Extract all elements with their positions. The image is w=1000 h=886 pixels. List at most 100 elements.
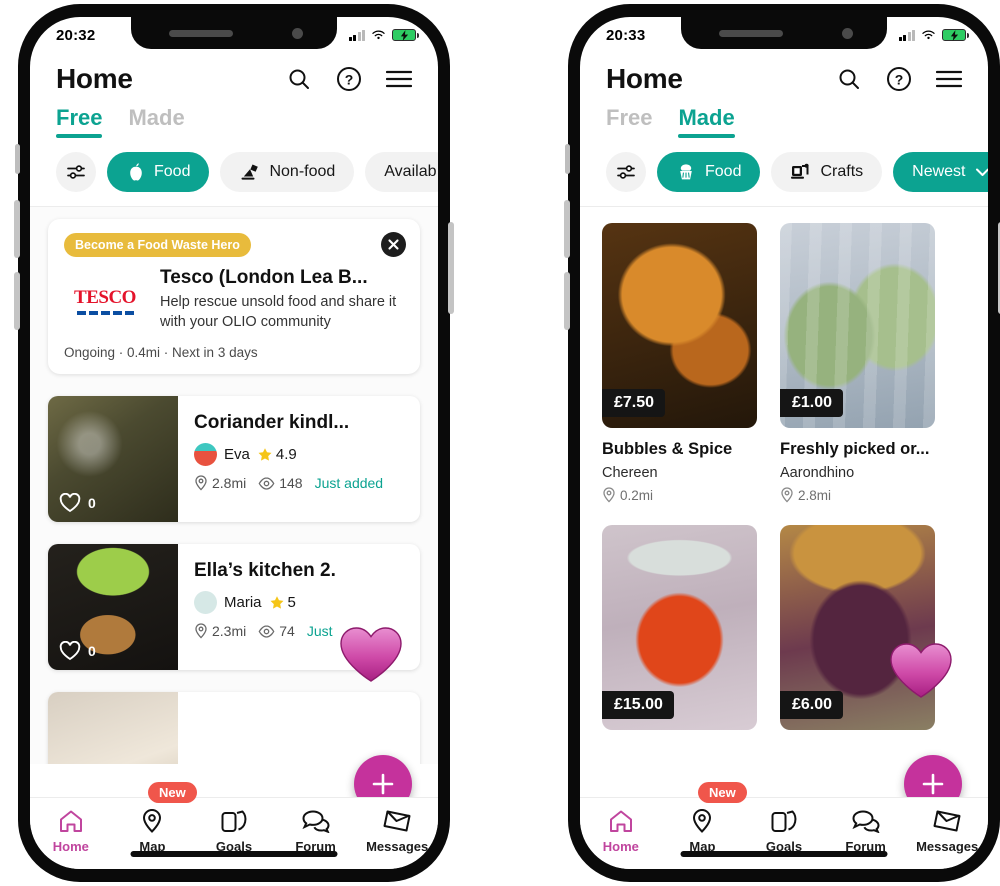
mute-switch[interactable] bbox=[15, 144, 20, 174]
tesco-stripes bbox=[64, 311, 146, 315]
listing-user: Eva 4.9 bbox=[194, 443, 420, 467]
search-icon[interactable] bbox=[284, 64, 314, 94]
nav-item-forum[interactable]: Forum bbox=[825, 807, 907, 854]
listing-title: Coriander kindl... bbox=[194, 412, 350, 434]
nav-item-goals[interactable]: Goals bbox=[193, 807, 275, 854]
listing-thumbnail[interactable]: 0 bbox=[48, 396, 178, 523]
listing-rating-value: 4.9 bbox=[275, 446, 297, 464]
battery-charging-icon bbox=[392, 29, 419, 41]
tab-made[interactable]: Made bbox=[678, 105, 735, 138]
chip-food[interactable]: Food bbox=[107, 152, 210, 192]
tesco-wordmark: TESCO bbox=[74, 287, 136, 308]
plus-icon bbox=[372, 773, 394, 795]
tab-made[interactable]: Made bbox=[128, 105, 184, 138]
page-title: Home bbox=[606, 63, 683, 94]
nav-item-goals[interactable]: Goals bbox=[743, 807, 825, 854]
tesco-logo: TESCO bbox=[64, 267, 146, 332]
grid-item[interactable]: £1.00 Freshly picked or... Aarondhino 2.… bbox=[780, 223, 935, 503]
volume-up-button[interactable] bbox=[14, 200, 20, 258]
bottom-navigation[interactable]: New Home Map Goals Forum Messages bbox=[30, 782, 438, 869]
chat-bubbles-icon bbox=[851, 807, 881, 835]
tab-free[interactable]: Free bbox=[56, 105, 103, 138]
listing-username: Eva bbox=[224, 446, 250, 464]
listing-distance: 2.3mi bbox=[194, 623, 246, 639]
chip-availability[interactable]: Availab bbox=[365, 152, 438, 192]
listing-views-value: 74 bbox=[279, 623, 295, 640]
chip-non-food[interactable]: Non-food bbox=[220, 152, 355, 192]
grid-item-thumbnail[interactable]: £15.00 bbox=[602, 525, 757, 730]
grid-item-title: Freshly picked or... bbox=[780, 440, 930, 458]
grid-row: £7.50 Bubbles & Spice Chereen 0.2mi £1.0… bbox=[602, 223, 966, 503]
star-icon bbox=[258, 447, 272, 461]
nav-item-home[interactable]: Home bbox=[580, 807, 662, 854]
favourite-count[interactable]: 0 bbox=[59, 641, 96, 661]
mute-switch[interactable] bbox=[565, 144, 570, 174]
nav-item-messages[interactable]: Messages bbox=[356, 807, 438, 854]
favourite-count[interactable]: 0 bbox=[59, 493, 96, 513]
grid-item-distance: 0.2mi bbox=[602, 487, 757, 503]
eye-icon bbox=[258, 476, 275, 490]
bottom-navigation[interactable]: New Home Map Goals Forum Messages bbox=[580, 782, 988, 869]
chip-crafts[interactable]: Crafts bbox=[771, 152, 883, 192]
tab-free[interactable]: Free bbox=[606, 105, 652, 138]
volume-up-button[interactable] bbox=[564, 200, 570, 258]
map-pin-icon bbox=[691, 807, 713, 835]
chip-sort-newest-label: Newest bbox=[912, 163, 966, 180]
volume-down-button[interactable] bbox=[564, 272, 570, 330]
filter-chip-row[interactable]: Food Crafts Newest bbox=[580, 138, 988, 207]
map-pin-icon bbox=[781, 487, 793, 503]
help-icon[interactable]: ? bbox=[884, 64, 914, 94]
phone-right: 20:33 Home ? Free Made Food Crafts Newes… bbox=[564, 4, 1000, 882]
filter-chip-row[interactable]: Food Non-food Availab bbox=[30, 138, 438, 207]
volume-down-button[interactable] bbox=[14, 272, 20, 330]
cupcake-icon bbox=[680, 164, 692, 180]
phone-right-screen: 20:33 Home ? Free Made Food Crafts Newes… bbox=[580, 17, 988, 869]
promo-card-tesco[interactable]: Become a Food Waste Hero TESCO Tesco (Lo… bbox=[48, 219, 420, 375]
tab-bar: Free Made bbox=[580, 95, 988, 138]
promo-body: TESCO Tesco (London Lea B... Help rescue… bbox=[64, 267, 404, 332]
listing-title: Ella’s kitchen 2. bbox=[194, 560, 336, 582]
nav-item-home[interactable]: Home bbox=[30, 807, 112, 854]
home-indicator[interactable] bbox=[680, 851, 888, 857]
filter-settings-chip[interactable] bbox=[56, 152, 96, 192]
chip-sort-newest[interactable]: Newest bbox=[893, 152, 988, 192]
sliders-icon bbox=[66, 165, 85, 179]
grid-item[interactable]: £15.00 bbox=[602, 525, 757, 730]
nav-item-messages[interactable]: Messages bbox=[906, 807, 988, 854]
chip-crafts-label: Crafts bbox=[820, 163, 864, 180]
phone-left-screen: 20:32 Home ? Free Made Food Non-food Ava… bbox=[30, 17, 438, 869]
chip-availability-label: Availab bbox=[384, 163, 437, 180]
nav-item-forum[interactable]: Forum bbox=[275, 807, 357, 854]
help-icon[interactable]: ? bbox=[334, 64, 364, 94]
grid-item[interactable]: £7.50 Bubbles & Spice Chereen 0.2mi bbox=[602, 223, 757, 503]
list-item[interactable] bbox=[48, 692, 420, 764]
grid-item-thumbnail[interactable]: £1.00 bbox=[780, 223, 935, 428]
home-indicator[interactable] bbox=[130, 851, 338, 857]
listing-user: Maria 5 bbox=[194, 591, 420, 615]
status-clock: 20:32 bbox=[56, 26, 96, 44]
list-item[interactable]: 0 Coriander kindl... Eva 4.9 2.8mi 148 J… bbox=[48, 396, 420, 523]
chip-food[interactable]: Food bbox=[657, 152, 761, 192]
listing-thumbnail[interactable] bbox=[48, 692, 178, 764]
envelope-icon bbox=[382, 807, 412, 835]
menu-icon[interactable] bbox=[384, 64, 414, 94]
chip-food-label: Food bbox=[154, 163, 191, 180]
favourite-count-value: 0 bbox=[88, 495, 96, 512]
menu-icon[interactable] bbox=[934, 64, 964, 94]
page-title: Home bbox=[56, 63, 133, 94]
filter-settings-chip[interactable] bbox=[606, 152, 646, 192]
listing-rating: 4.9 bbox=[257, 446, 297, 463]
listing-rating: 5 bbox=[269, 594, 296, 611]
grid-item-thumbnail[interactable]: £7.50 bbox=[602, 223, 757, 428]
search-icon[interactable] bbox=[834, 64, 864, 94]
nav-item-map[interactable]: Map bbox=[112, 807, 194, 854]
sliders-icon bbox=[616, 165, 635, 179]
earpiece-speaker bbox=[719, 30, 783, 37]
nav-item-map[interactable]: Map bbox=[662, 807, 744, 854]
close-icon[interactable] bbox=[381, 232, 406, 257]
power-button[interactable] bbox=[448, 222, 454, 314]
chip-food-label: Food bbox=[705, 163, 742, 180]
listing-thumbnail[interactable]: 0 bbox=[48, 544, 178, 671]
heart-outline-icon bbox=[59, 493, 81, 513]
listing-distance: 2.8mi bbox=[194, 475, 246, 491]
